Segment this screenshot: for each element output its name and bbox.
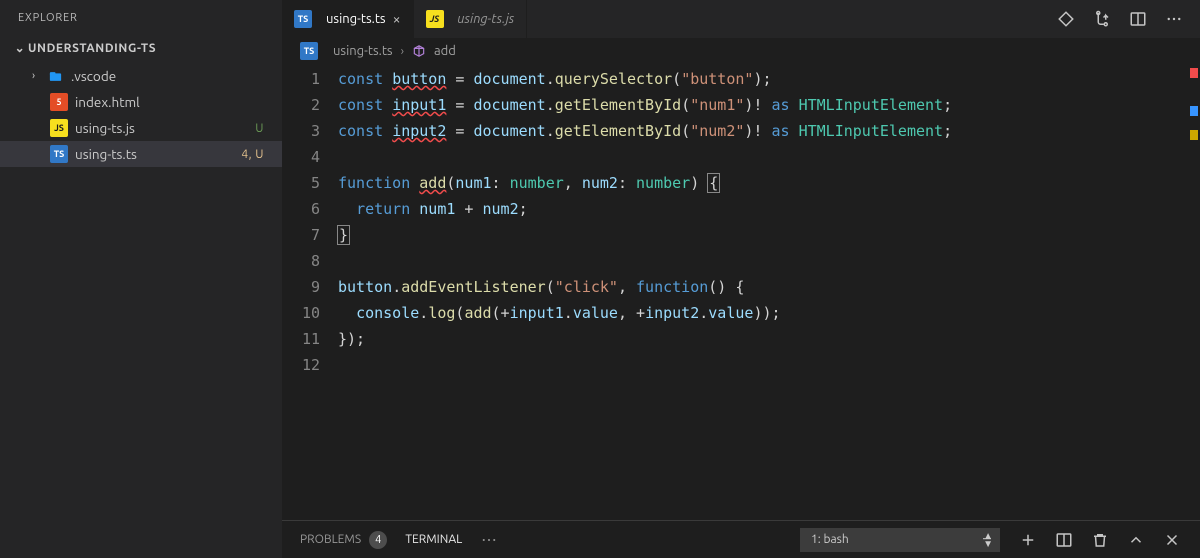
code-content[interactable]: const button = document.querySelector("b… [338,64,1186,520]
file-label: .vscode [71,68,268,84]
panel-tab-problems[interactable]: PROBLEMS 4 [300,531,387,549]
panel-tab-terminal[interactable]: TERMINAL [405,533,462,546]
compare-changes-icon[interactable] [1092,9,1112,29]
tab-actions [1040,0,1200,38]
more-actions-icon[interactable] [1164,9,1184,29]
stepper-icon: ▲▼ [983,532,993,548]
folder-icon [46,67,64,85]
project-header[interactable]: ⌄ UNDERSTANDING-TS [0,35,282,61]
explorer-title: EXPLORER [0,0,282,35]
marker-modified[interactable] [1190,106,1198,116]
js-icon: JS [50,119,68,137]
html-icon: 5 [50,93,68,111]
ts-icon: TS [294,10,312,28]
bottom-panel: PROBLEMS 4 TERMINAL 1: bash ▲▼ [282,520,1200,558]
chevron-right-icon: › [32,70,46,82]
close-panel-icon[interactable] [1162,530,1182,550]
close-icon[interactable]: × [393,11,401,27]
symbol-method-icon [412,44,426,58]
tree-file-using-ts-ts[interactable]: TS using-ts.ts 4, U [0,141,282,167]
chevron-down-icon: ⌄ [12,41,28,55]
tree-file-index-html[interactable]: 5 index.html [0,89,282,115]
breadcrumb-symbol[interactable]: add [434,44,456,58]
ts-icon: TS [300,42,318,60]
panel-tab-label: TERMINAL [405,533,462,546]
chevron-right-icon: › [401,45,404,58]
terminal-selector-value: 1: bash [811,533,849,546]
tree-file-using-ts-js[interactable]: JS using-ts.js U [0,115,282,141]
split-terminal-icon[interactable] [1054,530,1074,550]
tab-bar: TS using-ts.ts × JS using-ts.js [282,0,1200,38]
problems-count-badge: 4 [369,531,387,549]
ts-icon: TS [50,145,68,163]
tab-using-ts-ts[interactable]: TS using-ts.ts × [282,0,414,38]
git-status: U [255,122,268,135]
file-label: using-ts.ts [75,146,241,162]
marker-error[interactable] [1190,68,1198,78]
breadcrumb-file[interactable]: using-ts.ts [333,44,393,58]
panel-tab-label: PROBLEMS [300,533,361,546]
explorer-sidebar: EXPLORER ⌄ UNDERSTANDING-TS › .vscode 5 … [0,0,282,558]
js-icon: JS [426,10,444,28]
source-control-icon[interactable] [1056,9,1076,29]
editor-area: TS using-ts.ts × JS using-ts.js TS usin [282,0,1200,558]
breadcrumbs[interactable]: TS using-ts.ts › add [282,38,1200,64]
marker-warning[interactable] [1190,130,1198,140]
project-name: UNDERSTANDING-TS [28,42,156,55]
maximize-panel-icon[interactable] [1126,530,1146,550]
tab-label: using-ts.ts [326,12,386,26]
terminal-selector[interactable]: 1: bash ▲▼ [800,528,1000,552]
code-editor[interactable]: 123456789101112 const button = document.… [282,64,1200,520]
overview-ruler[interactable] [1186,64,1200,520]
split-editor-icon[interactable] [1128,9,1148,29]
kill-terminal-icon[interactable] [1090,530,1110,550]
line-gutter: 123456789101112 [282,64,338,520]
new-terminal-icon[interactable] [1018,530,1038,550]
file-label: using-ts.js [75,120,255,136]
git-status: 4, U [241,148,268,161]
tab-using-ts-js[interactable]: JS using-ts.js [414,0,528,38]
file-tree: › .vscode 5 index.html JS using-ts.js U … [0,61,282,167]
more-panel-tabs-icon[interactable] [480,530,498,550]
tree-folder-vscode[interactable]: › .vscode [0,63,282,89]
file-label: index.html [75,94,268,110]
tab-label: using-ts.js [458,12,515,26]
